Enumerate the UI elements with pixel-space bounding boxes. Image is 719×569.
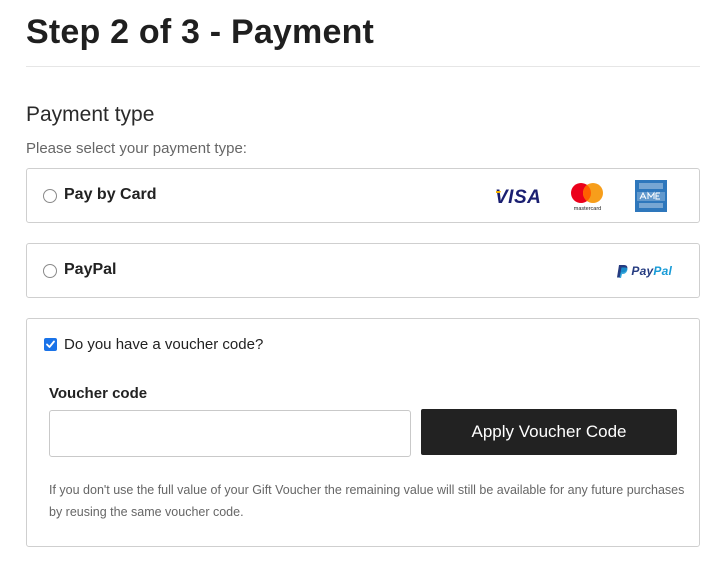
section-title: Payment type (26, 103, 155, 126)
voucher-checkbox[interactable] (44, 338, 57, 351)
section-subtitle: Please select your payment type: (26, 140, 247, 157)
paypal-logo-text-light: Pal (653, 264, 672, 278)
payment-page: Step 2 of 3 - Payment Payment type Pleas… (0, 0, 719, 569)
visa-icon: VISA (495, 187, 541, 205)
pay-by-card-option[interactable]: Pay by Card VISA mastercard (26, 168, 700, 223)
paypal-option[interactable]: PayPal PayPal (26, 243, 700, 298)
voucher-code-input[interactable] (49, 410, 411, 457)
voucher-code-label: Voucher code (49, 385, 148, 402)
paypal-logo-text-dark: Pay (631, 264, 654, 278)
visa-text: VISA (495, 187, 541, 205)
card-logos: VISA mastercard (495, 180, 667, 212)
pay-by-card-radio[interactable] (43, 189, 57, 203)
voucher-checkbox-label[interactable]: Do you have a voucher code? (64, 335, 263, 355)
paypal-label: PayPal (64, 261, 117, 278)
mastercard-text: mastercard (574, 206, 602, 211)
apply-voucher-button[interactable]: Apply Voucher Code (421, 409, 677, 455)
title-divider (26, 66, 700, 67)
amex-icon (635, 180, 667, 212)
paypal-icon: PayPal (617, 264, 672, 278)
page-title: Step 2 of 3 - Payment (26, 13, 375, 51)
paypal-radio[interactable] (43, 264, 57, 278)
voucher-note: If you don't use the full value of your … (49, 483, 685, 519)
voucher-section: Do you have a voucher code? Voucher code… (26, 318, 700, 547)
mastercard-icon: mastercard (569, 181, 606, 211)
pay-by-card-label: Pay by Card (64, 186, 157, 203)
